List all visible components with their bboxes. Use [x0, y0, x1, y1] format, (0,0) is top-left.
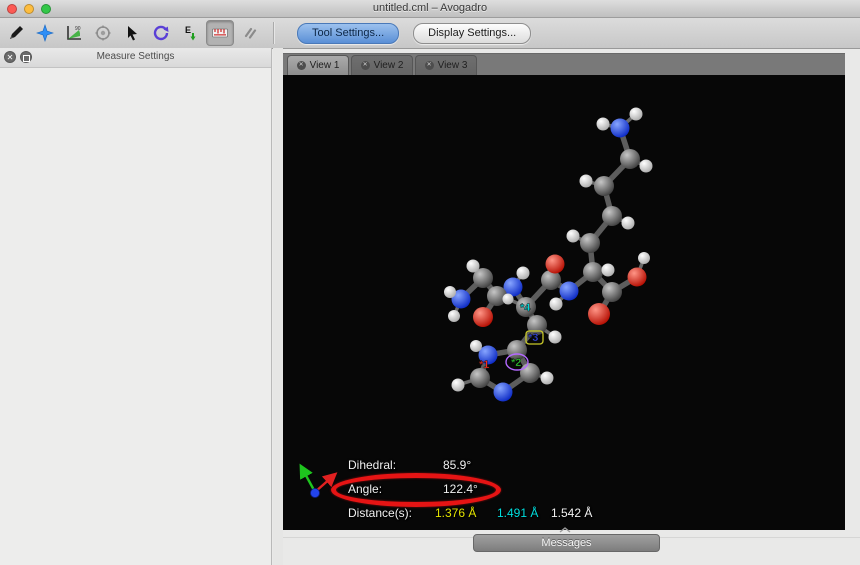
tab-label: View 3	[437, 60, 468, 71]
window-title: untitled.cml – Avogadro	[372, 2, 488, 14]
tab-close-icon[interactable]: ✕	[296, 61, 306, 70]
tool-toolbar: 90 E Tool Settings... Display Settings..…	[0, 18, 860, 49]
manipulate-hand-icon	[95, 25, 111, 41]
tab-view-3[interactable]: ✕ View 3	[415, 55, 477, 75]
svg-text:*3: *3	[528, 332, 538, 344]
distances-row: Distance(s): 1.376 Å 1.491 Å 1.542 Å	[283, 506, 845, 522]
manipulate-tool-button[interactable]	[90, 21, 116, 45]
panel-title: Measure Settings	[96, 51, 175, 62]
energy-e-icon: E	[185, 25, 196, 41]
panel-splitter[interactable]	[273, 48, 283, 565]
tab-label: View 1	[309, 60, 340, 71]
tab-close-icon[interactable]: ✕	[424, 61, 434, 70]
toolbar-separator	[273, 22, 275, 44]
bond-chart-icon: 90	[67, 26, 81, 40]
dihedral-row: Dihedral: 85.9°	[283, 458, 845, 474]
distance-value-2: 1.491 Å	[497, 506, 539, 520]
auto-optimize-tool-button[interactable]: E	[177, 21, 203, 45]
select-arrow-icon	[128, 26, 137, 41]
dihedral-value: 85.9°	[443, 458, 472, 472]
measure-settings-panel: ✕ Measure Settings	[0, 48, 272, 565]
title-bar: untitled.cml – Avogadro	[0, 0, 860, 18]
tab-view-2[interactable]: ✕ View 2	[351, 55, 413, 75]
draw-tool-button[interactable]	[3, 21, 29, 45]
select-tool-button[interactable]	[119, 21, 145, 45]
navigate-star-icon	[36, 24, 54, 42]
view-tabs: ✕ View 1 ✕ View 2 ✕ View 3	[283, 53, 845, 75]
pencil-icon	[10, 26, 23, 39]
measure-tool-button[interactable]	[206, 20, 234, 46]
navigate-tool-button[interactable]	[32, 21, 58, 45]
dihedral-label: Dihedral:	[348, 458, 397, 472]
svg-text:*4: *4	[520, 302, 531, 314]
align-marks-icon	[244, 27, 257, 39]
align-tool-button[interactable]	[237, 21, 263, 45]
tab-close-icon[interactable]: ✕	[360, 61, 370, 70]
messages-button[interactable]: Messages	[473, 534, 660, 552]
panel-header: ✕ Measure Settings	[0, 48, 271, 68]
molecule-atoms	[444, 107, 653, 402]
auto-rotate-tool-button[interactable]	[148, 21, 174, 45]
distance-value-1: 1.376 Å	[435, 506, 477, 520]
measure-ruler-icon	[212, 28, 228, 38]
distance-value-3: 1.542 Å	[551, 506, 593, 520]
gl-viewport[interactable]: *1 *2 *3 *4 Dihedral: 85.9° Angle: 122.4° D…	[283, 75, 845, 530]
svg-text:*2: *2	[511, 357, 521, 369]
bond-centric-tool-button[interactable]: 90	[61, 21, 87, 45]
svg-text:*1: *1	[479, 359, 489, 371]
svg-text:E: E	[185, 25, 191, 35]
display-settings-button[interactable]: Display Settings...	[413, 22, 532, 44]
tab-view-1[interactable]: ✕ View 1	[287, 55, 349, 75]
rotate-arrow-icon	[153, 25, 169, 41]
svg-text:90: 90	[75, 26, 81, 32]
distances-label: Distance(s):	[348, 506, 413, 520]
tab-label: View 2	[373, 60, 404, 71]
tool-settings-button[interactable]: Tool Settings...	[297, 22, 400, 44]
messages-caret-icon	[559, 527, 571, 533]
angle-highlight-annotation	[331, 473, 501, 507]
